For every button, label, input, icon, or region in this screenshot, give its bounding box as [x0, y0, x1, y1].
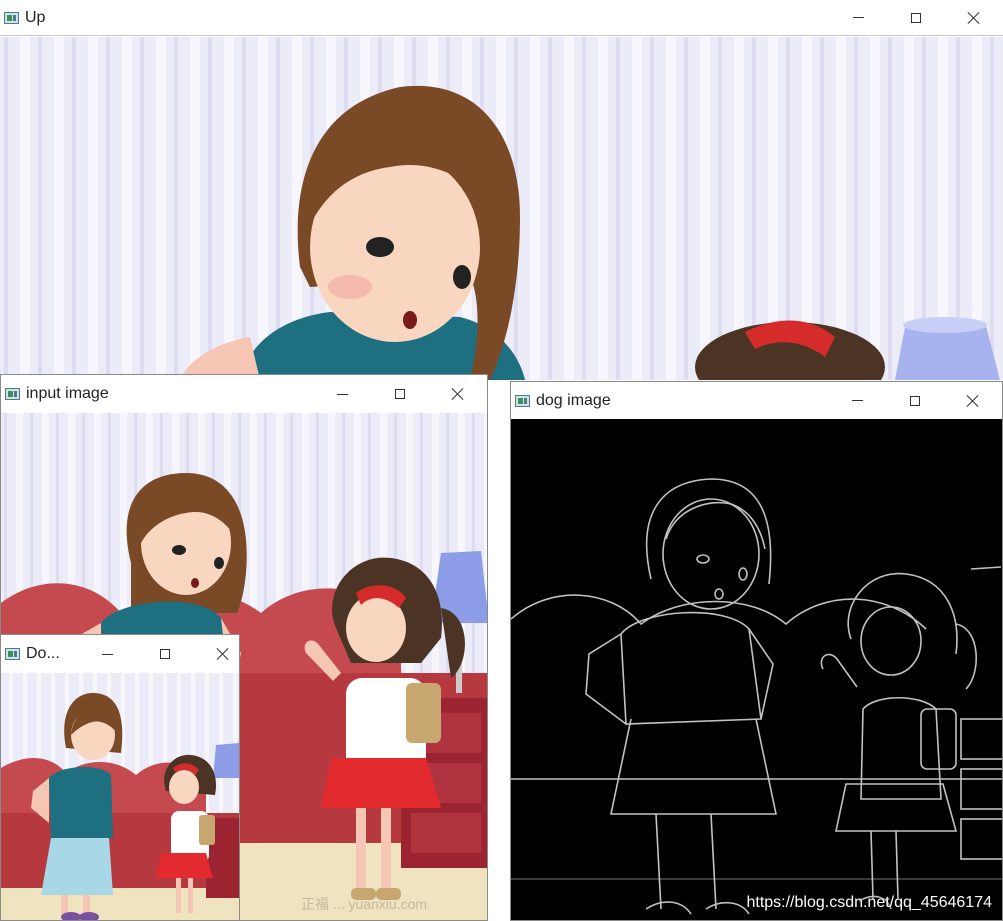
down-image: [1, 673, 239, 920]
up-window: Up: [0, 0, 1003, 380]
close-button[interactable]: [945, 0, 1003, 35]
close-button[interactable]: [944, 382, 1002, 419]
app-icon: [5, 388, 20, 400]
down-titlebar[interactable]: Do...: [1, 635, 239, 673]
close-icon: [451, 387, 465, 401]
up-titlebar[interactable]: Up: [0, 0, 1003, 36]
minimize-icon: [852, 17, 864, 18]
minimize-button[interactable]: [313, 375, 371, 413]
window-title: input image: [26, 385, 109, 402]
close-icon: [967, 11, 981, 25]
maximize-icon: [160, 649, 170, 659]
close-button[interactable]: [429, 375, 487, 413]
close-icon: [216, 647, 230, 661]
dog-titlebar[interactable]: dog image: [511, 382, 1002, 419]
faint-watermark: 正福 ... yuanxiu.com: [301, 896, 428, 912]
maximize-button[interactable]: [887, 0, 945, 35]
window-title: Do...: [26, 645, 60, 662]
maximize-icon: [911, 12, 921, 23]
window-title: dog image: [536, 391, 611, 409]
minimize-icon: [336, 393, 348, 395]
close-button[interactable]: [194, 635, 239, 673]
minimize-button[interactable]: [78, 635, 136, 673]
maximize-icon: [395, 389, 405, 399]
up-image: [0, 37, 1003, 380]
minimize-icon: [101, 653, 113, 655]
close-icon: [966, 394, 980, 408]
input-titlebar[interactable]: input image: [1, 375, 487, 413]
dog-image-window: dog image https://blog.csdn.net/qq_45646…: [510, 381, 1003, 921]
maximize-button[interactable]: [136, 635, 194, 673]
app-icon: [4, 11, 19, 24]
maximize-button[interactable]: [886, 382, 944, 419]
maximize-icon: [910, 395, 920, 406]
app-icon: [515, 394, 530, 407]
minimize-icon: [851, 400, 863, 401]
maximize-button[interactable]: [371, 375, 429, 413]
minimize-button[interactable]: [829, 0, 887, 35]
blog-watermark: https://blog.csdn.net/qq_45646174: [746, 894, 992, 911]
down-window: Do...: [0, 634, 240, 921]
app-icon: [5, 648, 20, 660]
minimize-button[interactable]: [828, 382, 886, 419]
dog-image: https://blog.csdn.net/qq_45646174: [511, 419, 1002, 920]
window-title: Up: [25, 8, 46, 26]
